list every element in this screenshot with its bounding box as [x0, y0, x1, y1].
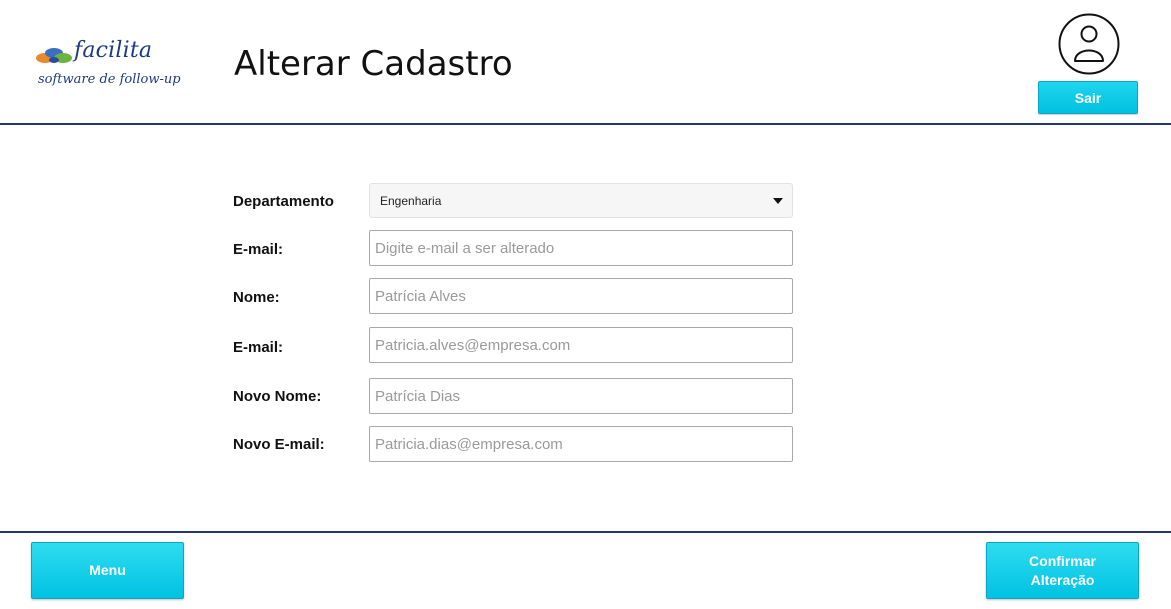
- user-icon[interactable]: [1058, 13, 1120, 75]
- new-name-input[interactable]: [369, 378, 793, 414]
- new-name-label: Novo Nome:: [233, 388, 322, 405]
- header-divider: [0, 123, 1171, 125]
- confirm-label-line2: Alteração: [1030, 571, 1095, 588]
- name-input[interactable]: [369, 278, 793, 314]
- facilita-logo: facilita software de follow-up: [34, 38, 184, 98]
- department-value: Engenharia: [380, 193, 442, 208]
- email-search-label: E-mail:: [233, 241, 284, 258]
- page: facilita software de follow-up Alterar C…: [0, 0, 1171, 609]
- logo-mark-icon: [36, 48, 72, 63]
- page-title: Alterar Cadastro: [234, 44, 513, 84]
- caret-down-icon: [773, 198, 783, 204]
- email-search-input[interactable]: [369, 230, 793, 266]
- confirm-change-button[interactable]: Confirmar Alteração: [986, 542, 1139, 599]
- logo-name: facilita: [74, 38, 153, 63]
- new-email-label: Novo E-mail:: [233, 436, 325, 453]
- email-label: E-mail:: [233, 339, 284, 356]
- logo-tagline: software de follow-up: [38, 72, 181, 87]
- footer-divider: [0, 531, 1171, 533]
- logout-button[interactable]: Sair: [1038, 81, 1138, 114]
- menu-button[interactable]: Menu: [31, 542, 184, 599]
- email-input[interactable]: [369, 327, 793, 363]
- confirm-label-line1: Confirmar: [1029, 552, 1096, 569]
- department-select[interactable]: Engenharia: [369, 183, 793, 218]
- new-email-input[interactable]: [369, 426, 793, 462]
- department-label: Departamento: [233, 193, 334, 210]
- name-label: Nome:: [233, 289, 280, 306]
